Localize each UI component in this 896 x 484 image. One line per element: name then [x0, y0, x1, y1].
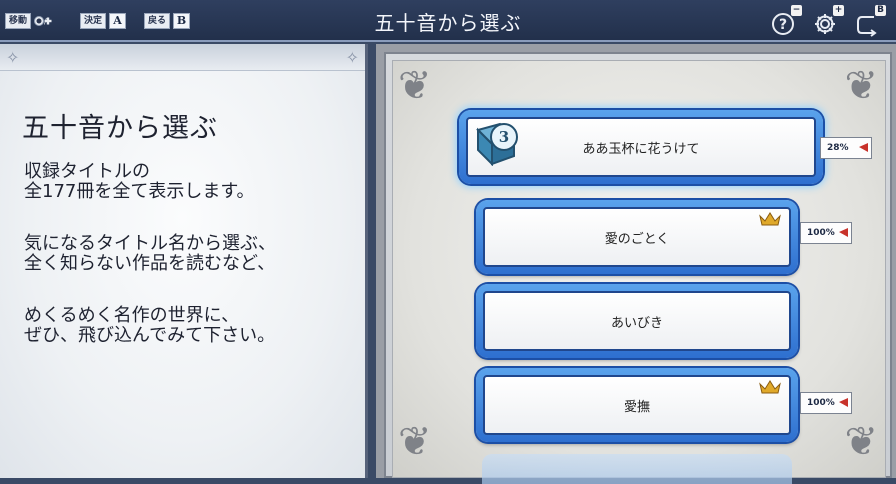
volume-number-badge: 3	[490, 123, 518, 151]
flourish-ornament-icon: ❦	[844, 419, 878, 465]
progress-value: 100%	[807, 228, 835, 238]
book-item-4[interactable]: 愛撫	[476, 368, 798, 442]
hint-move-label: 移動	[5, 13, 32, 29]
hint-back: 戻る B	[144, 13, 191, 29]
dpad-icon: /	[34, 14, 52, 28]
bookmark-flag-icon	[839, 398, 848, 407]
book-title: あいびき	[610, 315, 663, 331]
hint-move: 移動 /	[5, 13, 52, 29]
book-title: 愛撫	[623, 399, 650, 415]
corner-ornament-icon: ✧	[345, 48, 359, 67]
settings-button[interactable]: +	[812, 5, 846, 37]
book-title-plate: ああ玉杯に花うけて	[466, 117, 816, 177]
crown-icon	[759, 380, 781, 394]
corner-ornament-icon: ✧	[6, 48, 20, 67]
book-item-2[interactable]: 愛のごとく	[476, 200, 798, 274]
bookmark-flag-icon	[839, 228, 848, 237]
description-panel: ✧ ✧ 五十音から選ぶ 収録タイトルの 全177冊を全て表示します。 気になるタ…	[0, 44, 368, 478]
b-button-key: B	[173, 13, 191, 29]
hint-confirm: 決定 A	[80, 13, 127, 29]
page-title: 五十音から選ぶ	[374, 11, 522, 35]
svg-text:?: ?	[779, 17, 787, 33]
hint-confirm-label: 決定	[80, 13, 107, 29]
book-item-next-partial[interactable]	[482, 454, 792, 484]
progress-value: 100%	[807, 398, 835, 408]
panel-heading: 五十音から選ぶ	[22, 113, 218, 144]
flourish-ornament-icon: ❦	[398, 419, 432, 465]
top-bar: 移動 / 決定 A 戻る B 五十音から選ぶ ? −	[0, 0, 896, 42]
flourish-ornament-icon: ❦	[844, 63, 878, 109]
progress-tag-1: 28%	[820, 137, 872, 159]
book-title-plate: 愛のごとく	[483, 207, 791, 267]
bookmark-flag-icon	[859, 143, 868, 152]
a-button-key: A	[109, 13, 127, 29]
flourish-ornament-icon: ❦	[398, 63, 432, 109]
progress-tag-4: 100%	[800, 392, 852, 414]
minus-badge: −	[791, 5, 802, 16]
description-paragraph-2: 気になるタイトル名から選ぶ、 全く知らない作品を読むなど、	[24, 233, 276, 274]
crown-icon	[759, 212, 781, 226]
book-title: ああ玉杯に花うけて	[582, 141, 700, 157]
help-button[interactable]: ? −	[770, 5, 804, 37]
progress-tag-2: 100%	[800, 222, 852, 244]
book-title-plate: 愛撫	[483, 375, 791, 435]
back-button[interactable]: B	[854, 5, 888, 37]
book-list-panel: ❦ ❦ ❦ ❦ ああ玉杯に花うけて 3 28% 愛のごとく 100% あいびき	[376, 44, 896, 484]
book-item-3[interactable]: あいびき	[476, 284, 798, 358]
description-paragraph-1: 収録タイトルの 全177冊を全て表示します。	[24, 161, 255, 202]
book-title: 愛のごとく	[604, 231, 670, 247]
b-badge: B	[875, 5, 886, 16]
panel-top-trim	[0, 44, 365, 71]
description-paragraph-3: めくるめく名作の世界に、 ぜひ、飛び込んでみて下さい。	[24, 305, 276, 346]
plus-badge: +	[833, 5, 844, 16]
hint-back-label: 戻る	[144, 13, 171, 29]
progress-value: 28%	[827, 143, 849, 153]
book-title-plate: あいびき	[483, 291, 791, 351]
